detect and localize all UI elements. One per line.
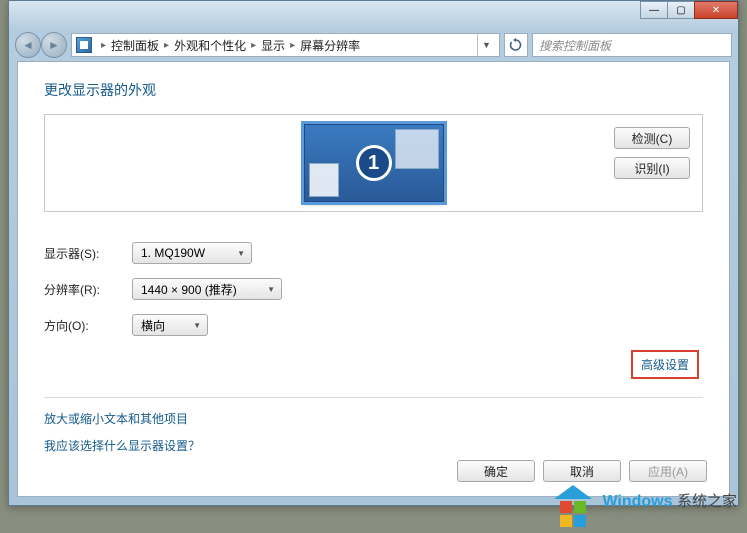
bottom-links: 放大或缩小文本和其他项目 我应该选择什么显示器设置？	[44, 397, 703, 454]
monitor-number: 1	[356, 145, 392, 181]
display-label: 显示器(S):	[44, 245, 132, 262]
resolution-dropdown[interactable]: 1440 × 900 (推荐)	[132, 278, 282, 300]
preview-side-buttons: 检测(C) 识别(I)	[614, 127, 690, 179]
watermark-logo-icon	[552, 485, 594, 527]
control-panel-icon	[76, 37, 92, 53]
detect-button[interactable]: 检测(C)	[614, 127, 690, 149]
search-input[interactable]: 搜索控制面板	[532, 33, 732, 57]
navbar: ◄ ► ▸ 控制面板 ▸ 外观和个性化 ▸ 显示 ▸ 屏幕分辨率 ▼ 搜索控制面…	[9, 29, 738, 61]
control-panel-window: — ▢ ✕ ◄ ► ▸ 控制面板 ▸ 外观和个性化 ▸ 显示 ▸ 屏幕分辨率 ▼	[8, 0, 739, 506]
breadcrumb-item[interactable]: 屏幕分辨率	[300, 37, 360, 54]
orientation-row: 方向(O): 横向	[44, 314, 703, 336]
display-row: 显示器(S): 1. MQ190W	[44, 242, 703, 264]
orientation-dropdown[interactable]: 横向	[132, 314, 208, 336]
chevron-right-icon: ▸	[248, 40, 259, 51]
text-size-link[interactable]: 放大或缩小文本和其他项目	[44, 410, 703, 427]
which-display-link[interactable]: 我应该选择什么显示器设置？	[44, 437, 703, 454]
minimize-button[interactable]: —	[640, 1, 668, 19]
cancel-button[interactable]: 取消	[543, 460, 621, 482]
display-preview-box: 1 检测(C) 识别(I)	[44, 114, 703, 212]
monitor-taskbar-icon	[309, 163, 339, 197]
page-title: 更改显示器的外观	[44, 80, 703, 100]
advanced-link-wrap: 高级设置	[44, 350, 703, 379]
breadcrumb[interactable]: ▸ 控制面板 ▸ 外观和个性化 ▸ 显示 ▸ 屏幕分辨率 ▼	[71, 33, 500, 57]
close-button[interactable]: ✕	[694, 1, 738, 19]
content-area: 更改显示器的外观 1 检测(C) 识别(I) 显示器(S): 1. MQ190W…	[17, 61, 730, 497]
forward-button[interactable]: ►	[41, 32, 67, 58]
watermark-text: Windows 系统之家 www.bjjmlv.com	[602, 490, 737, 523]
display-dropdown[interactable]: 1. MQ190W	[132, 242, 252, 264]
resolution-row: 分辨率(R): 1440 × 900 (推荐)	[44, 278, 703, 300]
refresh-button[interactable]	[504, 33, 528, 57]
watermark-brand-cn: 系统之家	[677, 493, 737, 510]
identify-button[interactable]: 识别(I)	[614, 157, 690, 179]
chevron-right-icon: ▸	[287, 40, 298, 51]
resolution-label: 分辨率(R):	[44, 281, 132, 298]
watermark-url: www.bjjmlv.com	[602, 511, 737, 523]
back-button[interactable]: ◄	[15, 32, 41, 58]
chevron-right-icon: ▸	[98, 40, 109, 51]
orientation-label: 方向(O):	[44, 317, 132, 334]
watermark-brand-en: Windows	[602, 493, 672, 510]
refresh-icon	[509, 38, 523, 52]
breadcrumb-item[interactable]: 外观和个性化	[174, 37, 246, 54]
maximize-button[interactable]: ▢	[667, 1, 695, 19]
watermark: Windows 系统之家 www.bjjmlv.com	[552, 485, 737, 527]
monitor-preview[interactable]: 1	[304, 124, 444, 202]
apply-button[interactable]: 应用(A)	[629, 460, 707, 482]
dialog-buttons: 确定 取消 应用(A)	[457, 460, 707, 482]
titlebar: — ▢ ✕	[9, 1, 738, 29]
advanced-settings-link[interactable]: 高级设置	[631, 350, 699, 379]
nav-arrows: ◄ ►	[15, 32, 67, 58]
breadcrumb-item[interactable]: 控制面板	[111, 37, 159, 54]
ok-button[interactable]: 确定	[457, 460, 535, 482]
window-buttons: — ▢ ✕	[641, 1, 738, 19]
breadcrumb-item[interactable]: 显示	[261, 37, 285, 54]
monitor-window-icon	[395, 129, 439, 169]
breadcrumb-dropdown[interactable]: ▼	[477, 34, 495, 56]
chevron-right-icon: ▸	[161, 40, 172, 51]
